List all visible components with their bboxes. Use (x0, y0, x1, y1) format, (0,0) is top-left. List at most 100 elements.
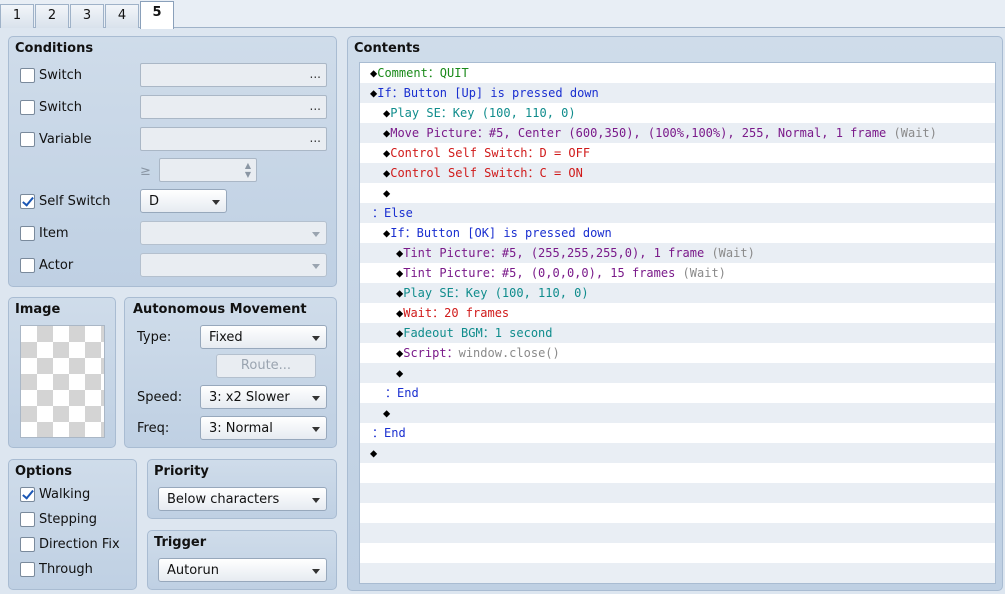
command-row[interactable]: ：End (360, 383, 995, 403)
conditions-title: Conditions (15, 41, 94, 56)
command-row[interactable]: ◆Control Self Switch：D = OFF (360, 143, 995, 163)
type-label: Type: (137, 330, 172, 345)
priority-panel: Priority Below characters (147, 459, 337, 519)
command-row[interactable] (360, 523, 995, 543)
switch2-label: Switch (39, 100, 82, 115)
switch1-checkbox[interactable] (20, 68, 35, 83)
command-row[interactable] (360, 563, 995, 583)
command-text: window.close() (458, 346, 560, 360)
command-row[interactable]: ◆Tint Picture：#5, (0,0,0,0), 15 frames (… (360, 263, 995, 283)
command-row[interactable]: ◆Play SE：Key (100, 110, 0) (360, 283, 995, 303)
command-text: Comment：QUIT (377, 66, 469, 80)
command-row[interactable]: ◆ (360, 403, 995, 423)
command-text: ：End (372, 426, 406, 440)
diamond-icon: ◆ (383, 186, 391, 200)
command-row[interactable]: ：End (360, 423, 995, 443)
command-row[interactable] (360, 463, 995, 483)
diamond-icon: ◆ (370, 446, 378, 460)
actor-select[interactable] (140, 253, 327, 277)
tab-5[interactable]: 5 (140, 1, 174, 29)
command-row[interactable]: ◆Fadeout BGM：1 second (360, 323, 995, 343)
diamond-icon: ◆ (396, 366, 404, 380)
direction-fix-checkbox[interactable] (20, 537, 35, 552)
chevron-down-icon (312, 569, 320, 574)
tab-3[interactable]: 3 (70, 4, 104, 28)
command-row[interactable]: ◆Control Self Switch：C = ON (360, 163, 995, 183)
self-switch-label: Self Switch (39, 194, 111, 209)
freq-label: Freq: (137, 421, 170, 436)
command-text: If：Button [Up] is pressed down (377, 86, 599, 100)
speed-label: Speed: (137, 390, 183, 405)
tab-4[interactable]: 4 (105, 4, 139, 28)
command-row[interactable]: ◆ (360, 183, 995, 203)
command-row[interactable] (360, 503, 995, 523)
chevron-down-icon (312, 427, 320, 432)
command-text: (Wait) (711, 246, 755, 260)
chevron-down-icon (312, 264, 320, 269)
chevron-down-icon (312, 336, 320, 341)
command-text: ：End (385, 386, 419, 400)
command-row[interactable]: ：Else (360, 203, 995, 223)
speed-value: 3: x2 Slower (209, 390, 290, 405)
command-row[interactable]: ◆Tint Picture：#5, (255,255,255,0), 1 fra… (360, 243, 995, 263)
variable-checkbox[interactable] (20, 132, 35, 147)
spinner-down-icon[interactable]: ▼ (245, 170, 251, 179)
event-command-list[interactable]: ◆Comment：QUIT ◆If：Button [Up] is pressed … (359, 62, 996, 584)
switch2-browse[interactable]: ... (310, 99, 321, 113)
item-select[interactable] (140, 221, 327, 245)
command-row[interactable]: ◆Play SE：Key (100, 110, 0) (360, 103, 995, 123)
command-row[interactable]: ◆ (360, 443, 995, 463)
freq-select[interactable]: 3: Normal (200, 416, 327, 440)
command-row[interactable]: ◆If：Button [Up] is pressed down (360, 83, 995, 103)
through-checkbox[interactable] (20, 562, 35, 577)
switch2-field[interactable]: ... (140, 95, 327, 119)
trigger-select[interactable]: Autorun (158, 558, 327, 582)
command-row[interactable]: ◆Move Picture：#5, Center (600,350), (100… (360, 123, 995, 143)
direction-fix-label: Direction Fix (39, 537, 120, 552)
tab-2[interactable]: 2 (35, 4, 69, 28)
self-switch-select[interactable]: D (140, 189, 227, 213)
command-text: Script： (403, 346, 459, 360)
tab-bar: 1 2 3 4 5 (0, 0, 1005, 29)
item-checkbox[interactable] (20, 226, 35, 241)
type-select[interactable]: Fixed (200, 325, 327, 349)
command-row[interactable]: ◆If：Button [OK] is pressed down (360, 223, 995, 243)
priority-select[interactable]: Below characters (158, 487, 327, 511)
command-row[interactable]: ◆ (360, 363, 995, 383)
command-text: If：Button [OK] is pressed down (390, 226, 612, 240)
speed-select[interactable]: 3: x2 Slower (200, 385, 327, 409)
diamond-icon: ◆ (383, 406, 391, 420)
ge-symbol: ≥ (140, 164, 151, 179)
tab-1[interactable]: 1 (0, 4, 34, 28)
image-panel: Image (8, 297, 116, 448)
command-row[interactable]: ◆Wait：20 frames (360, 303, 995, 323)
walking-checkbox[interactable] (20, 487, 35, 502)
variable-value-spinner[interactable]: ▲ ▼ (159, 158, 257, 182)
route-button[interactable]: Route... (216, 354, 316, 378)
variable-field[interactable]: ... (140, 127, 327, 151)
walking-label: Walking (39, 487, 91, 502)
image-preview[interactable] (20, 325, 105, 438)
actor-checkbox[interactable] (20, 258, 35, 273)
stepping-checkbox[interactable] (20, 512, 35, 527)
command-row[interactable] (360, 483, 995, 503)
command-text: (Wait) (682, 266, 726, 280)
switch1-browse[interactable]: ... (310, 67, 321, 81)
options-title: Options (15, 464, 72, 479)
spinner-up-icon[interactable]: ▲ (245, 161, 251, 170)
switch2-checkbox[interactable] (20, 100, 35, 115)
command-text: Control Self Switch：D = OFF (390, 146, 591, 160)
priority-value: Below characters (167, 492, 280, 507)
image-title: Image (15, 302, 61, 317)
command-row[interactable]: ◆Comment：QUIT (360, 63, 995, 83)
command-row[interactable]: ◆Script：window.close() (360, 343, 995, 363)
trigger-title: Trigger (154, 535, 207, 550)
movement-title: Autonomous Movement (133, 302, 307, 317)
variable-browse[interactable]: ... (310, 131, 321, 145)
command-row[interactable] (360, 543, 995, 563)
trigger-panel: Trigger Autorun (147, 530, 337, 590)
switch1-label: Switch (39, 68, 82, 83)
self-switch-checkbox[interactable] (20, 194, 35, 209)
command-text: Control Self Switch：C = ON (390, 166, 583, 180)
switch1-field[interactable]: ... (140, 63, 327, 87)
